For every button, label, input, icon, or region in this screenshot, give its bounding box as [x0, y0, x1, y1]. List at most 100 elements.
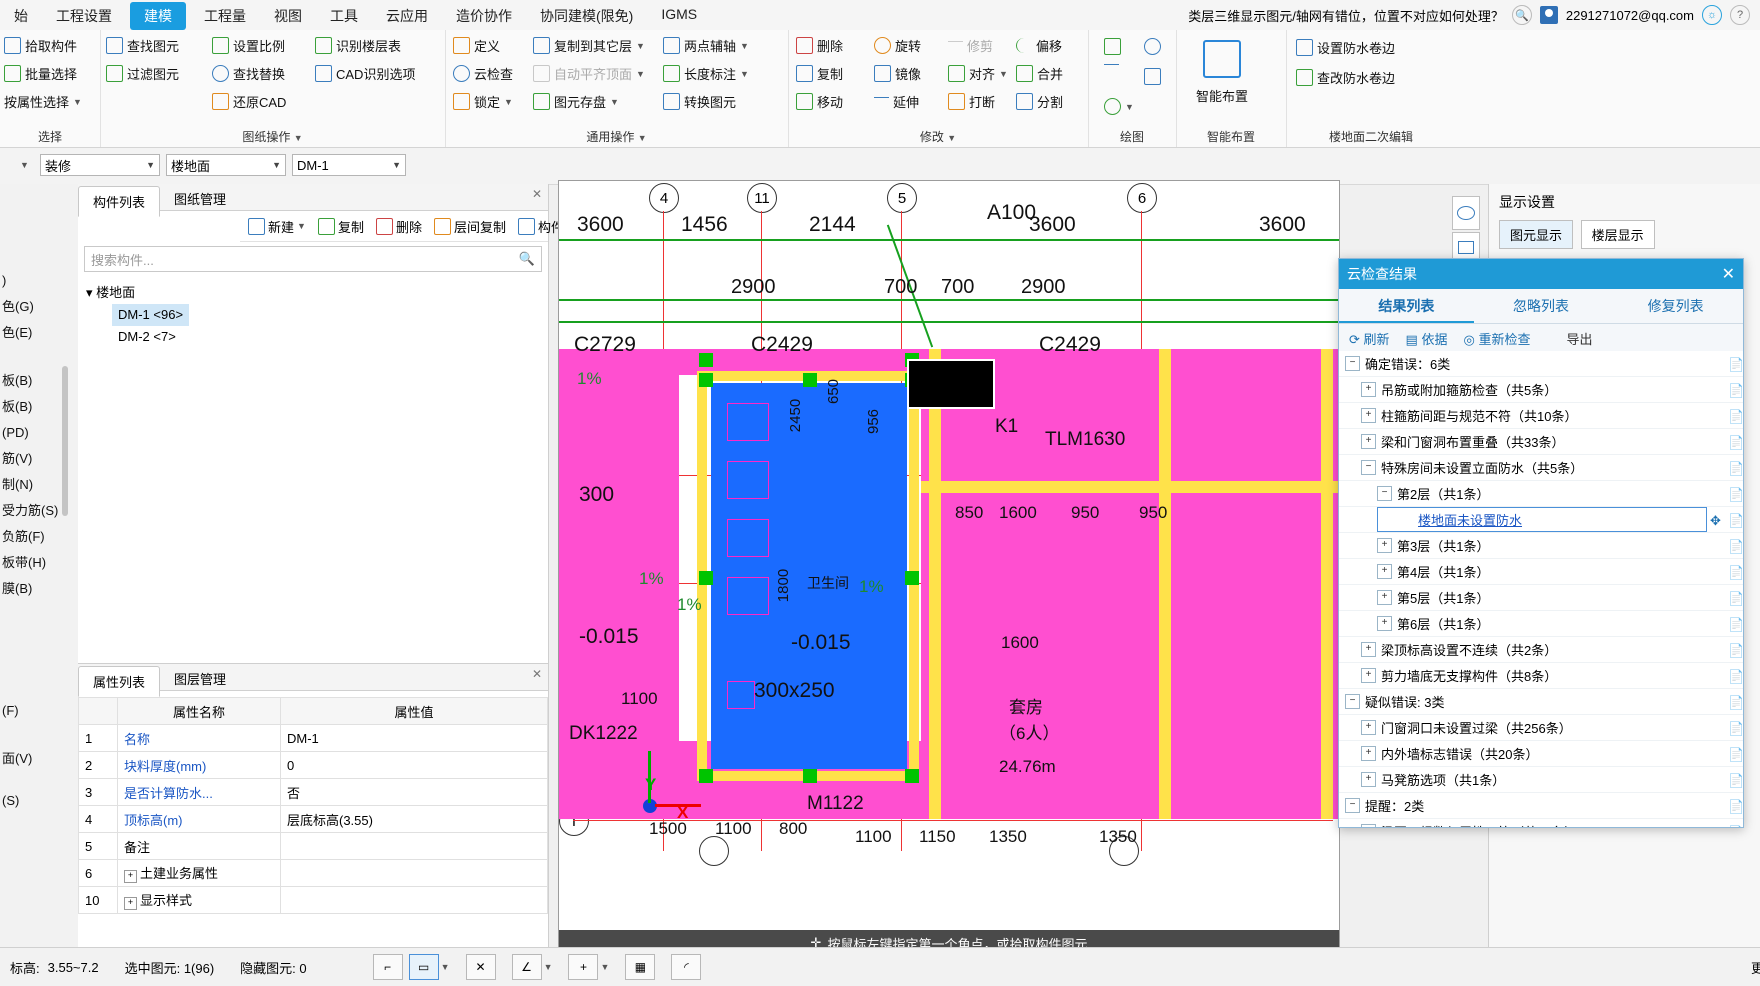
tree-item-dm2[interactable]: DM-2 <7>: [112, 326, 548, 348]
copy-component-button[interactable]: 复制: [317, 217, 364, 236]
list-item[interactable]: + 梁顶标高设置不连续（共2条） 📄: [1339, 637, 1743, 663]
tab-component-list[interactable]: 构件列表: [78, 186, 161, 217]
account-email[interactable]: 2291271072@qq.com: [1566, 8, 1694, 23]
expand-icon[interactable]: +: [1361, 772, 1376, 787]
search-input[interactable]: 搜索构件... 🔍: [84, 246, 542, 272]
list-item[interactable]: − 第2层（共1条） 📄: [1339, 481, 1743, 507]
ribbon-set-waterproof-button[interactable]: 设置防水卷边: [1296, 38, 1395, 57]
grip-square[interactable]: [699, 353, 713, 367]
tab-result-list[interactable]: 结果列表: [1339, 289, 1474, 323]
help-question-text[interactable]: 类层三维显示图元/轴网有错位，位置不对应如何处理？: [1188, 6, 1504, 25]
ribbon-check-waterproof-button[interactable]: 查改防水卷边: [1296, 68, 1395, 87]
axis-bubble-6[interactable]: 6: [1127, 183, 1157, 213]
ribbon-break-button[interactable]: 打断: [948, 92, 995, 111]
snap-angle-icon[interactable]: ∠: [511, 954, 542, 980]
doc-icon[interactable]: 📄: [1728, 409, 1743, 424]
tree-item-dm1[interactable]: DM-1 <96>: [112, 304, 548, 326]
basis-button[interactable]: ▤ 依据: [1406, 329, 1448, 348]
rail-item-13[interactable]: 面(V): [0, 746, 78, 772]
collapse-icon[interactable]: −: [1345, 694, 1360, 709]
ribbon-find-replace-button[interactable]: 查找替换: [212, 64, 285, 83]
expand-icon[interactable]: +: [1361, 434, 1376, 449]
menu-item-5[interactable]: 工具: [316, 0, 372, 32]
doc-icon[interactable]: 📄: [1728, 721, 1743, 736]
ribbon-cad-options-button[interactable]: CAD识别选项: [315, 64, 415, 83]
expand-icon[interactable]: +: [1361, 382, 1376, 397]
list-item[interactable]: + 第3层（共1条） 📄: [1339, 533, 1743, 559]
menu-item-2[interactable]: 建模: [130, 2, 186, 30]
grip-square[interactable]: [803, 769, 817, 783]
tab-floor-display[interactable]: 楼层显示: [1580, 220, 1655, 249]
chat-icon[interactable]: ☼: [1702, 5, 1722, 25]
doc-icon[interactable]: 📄: [1728, 435, 1743, 450]
result-list[interactable]: − 确定错误：6类 📄 + 吊筋或附加箍筋检查（共5条） 📄 + 柱箍筋间距与规范不符（共…: [1339, 351, 1743, 827]
row-value[interactable]: 0: [280, 751, 548, 779]
list-item[interactable]: + 第6层（共1条） 📄: [1339, 611, 1743, 637]
window-element[interactable]: [907, 359, 995, 409]
search-icon[interactable]: 🔍: [1511, 5, 1532, 25]
ribbon-draw-point-button[interactable]: [1104, 38, 1121, 55]
rail-item-12[interactable]: (F): [0, 698, 78, 724]
inter-floor-copy-button[interactable]: 层间复制: [434, 217, 506, 236]
snap-plus-icon[interactable]: +: [568, 954, 599, 980]
rail-item-14[interactable]: (S): [0, 788, 78, 814]
expand-icon[interactable]: +: [1361, 824, 1376, 827]
list-item-selected[interactable]: 楼地面未设置防水 ✥ 📄: [1339, 507, 1743, 533]
row-value[interactable]: [280, 859, 548, 887]
grip-square[interactable]: [803, 373, 817, 387]
ribbon-lock-button[interactable]: 锁定 ▼: [453, 92, 513, 111]
row-value[interactable]: 否: [280, 778, 548, 806]
doc-icon[interactable]: 📄: [1728, 487, 1743, 502]
doc-icon[interactable]: 📄: [1728, 773, 1743, 788]
recheck-button[interactable]: ◎ 重新检查: [1463, 329, 1530, 348]
list-item[interactable]: − 疑似错误: 3类 📄: [1339, 689, 1743, 715]
tab-fix-list[interactable]: 修复列表: [1608, 289, 1743, 323]
rail-item-9[interactable]: 负筋(F): [0, 524, 78, 550]
refresh-button[interactable]: ⟳ 刷新: [1349, 329, 1390, 348]
axis-bubble-11[interactable]: 11: [747, 183, 777, 213]
axis-bubble-bottom-1[interactable]: [699, 836, 729, 866]
delete-component-button[interactable]: 删除: [375, 217, 422, 236]
ribbon-split-button[interactable]: 分割: [1016, 92, 1063, 111]
close-icon[interactable]: ✕: [1722, 264, 1735, 284]
ribbon-cloud-check-button[interactable]: 云检查: [453, 64, 513, 83]
doc-icon[interactable]: 📄: [1728, 669, 1743, 684]
chevron-down-icon[interactable]: ▼: [544, 962, 553, 972]
doc-icon[interactable]: 📄: [1728, 513, 1743, 528]
ribbon-define-button[interactable]: 定义: [453, 36, 500, 55]
expand-icon[interactable]: +: [1361, 408, 1376, 423]
grip-square[interactable]: [905, 571, 919, 585]
grip-square[interactable]: [905, 769, 919, 783]
ribbon-align-button[interactable]: 对齐 ▼: [948, 64, 1008, 83]
grip-square[interactable]: [699, 373, 713, 387]
tab-ignore-list[interactable]: 忽略列表: [1474, 289, 1609, 323]
expand-icon[interactable]: +: [1377, 590, 1392, 605]
collapse-icon[interactable]: −: [1345, 798, 1360, 813]
search-icon[interactable]: 🔍: [519, 251, 535, 267]
list-item[interactable]: + 第4层（共1条） 📄: [1339, 559, 1743, 585]
doc-icon[interactable]: 📄: [1728, 747, 1743, 762]
ribbon-convert-element-button[interactable]: 转换图元: [663, 92, 736, 111]
grip-square[interactable]: [699, 571, 713, 585]
menu-item-7[interactable]: 造价协作: [442, 0, 526, 32]
doc-icon[interactable]: 📄: [1728, 643, 1743, 658]
expand-icon[interactable]: +: [1361, 668, 1376, 683]
ribbon-merge-button[interactable]: 合并: [1016, 64, 1063, 83]
menu-item-1[interactable]: 工程设置: [42, 0, 126, 32]
ribbon-extend-button[interactable]: 延伸: [874, 92, 919, 111]
discipline-combo[interactable]: 装修 ▼: [40, 154, 160, 176]
doc-icon[interactable]: 📄: [1728, 357, 1743, 372]
list-item[interactable]: + 马凳筋选项（共1条） 📄: [1339, 767, 1743, 793]
ribbon-attr-select-button[interactable]: 按属性选择 ▼: [4, 92, 82, 111]
ribbon-recognize-floor-table-button[interactable]: 识别楼层表: [315, 36, 401, 55]
chevron-down-icon[interactable]: ▼: [20, 160, 29, 170]
help-icon[interactable]: ?: [1730, 5, 1750, 25]
list-item[interactable]: + 门窗洞口未设置过梁（共256条） 📄: [1339, 715, 1743, 741]
table-row[interactable]: 1 名称 DM-1: [78, 724, 548, 752]
ribbon-restore-cad-button[interactable]: 还原CAD: [212, 92, 286, 111]
list-item[interactable]: +梁图元根数与属性不符（共24条）✎📄: [1339, 819, 1743, 827]
locate-icon[interactable]: ✥: [1710, 513, 1725, 528]
snap-rect-icon[interactable]: ▭: [408, 954, 439, 980]
ribbon-trim-button[interactable]: 修剪: [948, 36, 993, 55]
selected-issue-label[interactable]: 楼地面未设置防水: [1377, 507, 1707, 532]
